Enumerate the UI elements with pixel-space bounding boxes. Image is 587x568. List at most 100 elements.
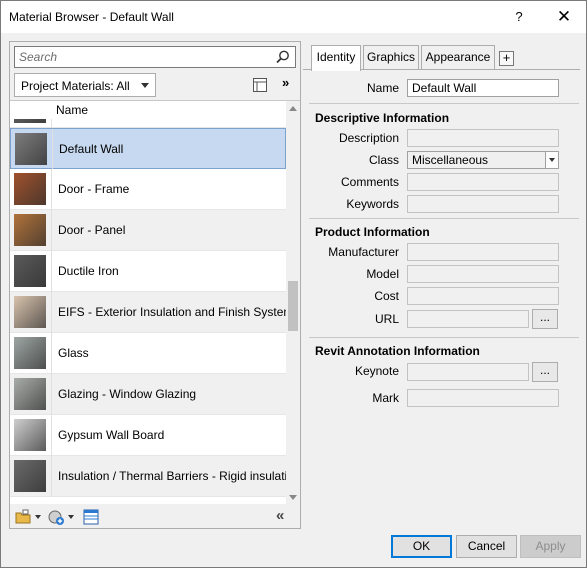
- asset-browser-icon[interactable]: [82, 508, 100, 526]
- name-field[interactable]: Default Wall: [407, 79, 559, 97]
- name-label: Name: [366, 81, 399, 95]
- material-name: Ductile Iron: [58, 264, 119, 278]
- material-list-item[interactable]: Glazing - Window Glazing: [10, 374, 286, 415]
- url-field[interactable]: [407, 310, 529, 328]
- thumbnail-separator: [51, 292, 52, 333]
- url-browse-button[interactable]: ...: [532, 309, 558, 329]
- thumbnail-separator: [51, 210, 52, 251]
- material-thumbnail: [14, 419, 46, 451]
- cost-field[interactable]: [407, 287, 559, 305]
- mark-label: Mark: [372, 391, 399, 405]
- material-thumbnail: [14, 214, 46, 246]
- material-thumbnail: [14, 255, 46, 287]
- left-toolbar: «: [10, 506, 300, 528]
- thumbnail-separator: [51, 251, 52, 292]
- mark-field[interactable]: [407, 389, 559, 407]
- descriptive-info-title: Descriptive Information: [315, 111, 450, 125]
- section-divider: [309, 103, 579, 104]
- tab-identity[interactable]: Identity: [311, 45, 361, 71]
- search-icon[interactable]: [275, 49, 291, 65]
- material-list-item[interactable]: Glass: [10, 333, 286, 374]
- material-name: Glazing - Window Glazing: [58, 387, 197, 401]
- material-list-item[interactable]: Default Wall: [10, 128, 286, 170]
- material-name: Door - Panel: [58, 223, 126, 237]
- material-name: Gypsum Wall Board: [58, 428, 165, 442]
- material-browser-dialog: Material Browser - Default Wall ? ✕ Proj…: [0, 0, 587, 568]
- annotation-info-title: Revit Annotation Information: [315, 344, 480, 358]
- keywords-field[interactable]: [407, 195, 559, 213]
- search-input[interactable]: [17, 48, 267, 66]
- model-label: Model: [366, 267, 399, 281]
- thumbnail-separator: [51, 415, 52, 456]
- scroll-up-icon[interactable]: [289, 106, 297, 111]
- material-list-item[interactable]: Insulation / Thermal Barriers - Rigid in…: [10, 456, 288, 497]
- material-list-item[interactable]: Gypsum Wall Board: [10, 415, 286, 456]
- add-asset-button[interactable]: +: [499, 51, 514, 66]
- project-materials-filter[interactable]: Project Materials: All: [14, 73, 156, 97]
- library-folder-icon[interactable]: [14, 508, 32, 526]
- ok-button[interactable]: OK: [391, 535, 452, 558]
- material-list-item[interactable]: EIFS - Exterior Insulation and Finish Sy…: [10, 292, 293, 333]
- manufacturer-field[interactable]: [407, 243, 559, 261]
- material-thumbnail: [14, 296, 46, 328]
- class-select[interactable]: Miscellaneous: [407, 151, 559, 169]
- name-column-header[interactable]: Name: [56, 103, 88, 117]
- list-header: Name: [10, 101, 286, 119]
- filter-label: Project Materials: All: [21, 79, 130, 93]
- tab-graphics[interactable]: Graphics: [363, 45, 419, 69]
- material-thumbnail: [15, 133, 47, 165]
- create-menu-caret-icon[interactable]: [68, 515, 74, 519]
- scroll-down-icon[interactable]: [289, 495, 297, 500]
- material-list-pane: Project Materials: All » Default RoofDef…: [9, 41, 301, 529]
- tab-appearance[interactable]: Appearance: [421, 45, 495, 69]
- section-divider: [309, 337, 579, 338]
- keynote-field[interactable]: [407, 363, 529, 381]
- thumbnail-separator: [52, 129, 53, 170]
- material-thumbnail: [14, 337, 46, 369]
- create-material-icon[interactable]: [47, 508, 65, 526]
- window-title: Material Browser - Default Wall: [9, 10, 174, 24]
- material-thumbnail: [14, 378, 46, 410]
- identity-properties: Name Default Wall Descriptive Informatio…: [303, 69, 580, 529]
- collapse-library-icon[interactable]: «: [276, 507, 284, 524]
- description-label: Description: [338, 131, 399, 145]
- product-info-title: Product Information: [315, 225, 430, 239]
- material-list-item[interactable]: Ductile Iron: [10, 251, 286, 292]
- material-name: Default Wall: [59, 142, 124, 156]
- list-scrollbar[interactable]: [286, 101, 300, 504]
- material-editor-pane: Identity Graphics Appearance + Name Defa…: [303, 41, 580, 529]
- chevron-down-icon[interactable]: [545, 152, 558, 168]
- expand-library-icon[interactable]: »: [282, 75, 289, 90]
- cancel-button[interactable]: Cancel: [456, 535, 517, 558]
- cost-label: Cost: [374, 289, 399, 303]
- material-thumbnail: [14, 460, 46, 492]
- comments-field[interactable]: [407, 173, 559, 191]
- library-menu-caret-icon[interactable]: [35, 515, 41, 519]
- thumbnail-separator: [51, 374, 52, 415]
- material-name: Door - Frame: [58, 182, 130, 196]
- url-label: URL: [374, 312, 399, 326]
- view-options-icon[interactable]: [252, 77, 268, 93]
- material-list-item[interactable]: Door - Panel: [10, 210, 286, 251]
- keynote-browse-button[interactable]: ...: [532, 362, 558, 382]
- comments-label: Comments: [340, 175, 399, 189]
- help-button[interactable]: ?: [498, 1, 540, 33]
- description-field[interactable]: [407, 129, 559, 147]
- material-thumbnail: [14, 173, 46, 205]
- thumbnail-separator: [51, 333, 52, 374]
- scroll-thumb[interactable]: [288, 281, 298, 331]
- apply-button[interactable]: Apply: [520, 535, 581, 558]
- material-name: Insulation / Thermal Barriers - Rigid in…: [58, 469, 288, 483]
- keywords-label: Keywords: [346, 197, 399, 211]
- manufacturer-label: Manufacturer: [328, 245, 399, 259]
- class-value: Miscellaneous: [412, 153, 489, 167]
- search-box: [14, 46, 296, 68]
- title-bar: Material Browser - Default Wall ? ✕: [1, 1, 586, 33]
- material-list-item[interactable]: Door - Frame: [10, 169, 286, 210]
- model-field[interactable]: [407, 265, 559, 283]
- close-button[interactable]: ✕: [543, 1, 585, 33]
- chevron-down-icon: [141, 83, 149, 88]
- filter-row: Project Materials: All »: [14, 73, 298, 97]
- material-list: Default RoofDefault WallDoor - FrameDoor…: [10, 100, 300, 504]
- keynote-label: Keynote: [354, 364, 399, 378]
